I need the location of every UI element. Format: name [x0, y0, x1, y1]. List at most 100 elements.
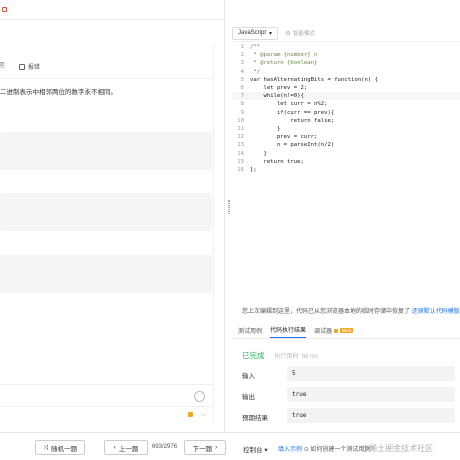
code-line[interactable]: 10 return false;	[232, 117, 460, 125]
favorite-icon[interactable]	[2, 7, 7, 12]
code-text: while(n!=0){	[250, 93, 304, 100]
code-text: let prev = 2;	[250, 85, 308, 92]
code-text: }	[250, 150, 267, 157]
restore-notice: 您上次编辑到这里，代码已从您浏览器本地的临时存储中恢复了 还原默认代码模版	[242, 306, 460, 315]
editor-toolbar: JavaScript ▾ 智能模式	[232, 25, 460, 42]
resize-handle[interactable]	[228, 200, 230, 214]
code-line[interactable]: 8 let curr = n%2;	[232, 100, 460, 108]
code-editor[interactable]: 1/** 2 * @param {number} n3 * @return {bo…	[232, 43, 460, 301]
prev-label: 上一题	[118, 445, 139, 453]
line-number: 2	[240, 52, 244, 59]
line-number: 1	[240, 44, 244, 50]
prev-question-button[interactable]: ‹ 上一题	[104, 440, 148, 455]
code-line[interactable]: 16};	[232, 166, 460, 174]
code-text: * @param {number} n	[250, 52, 318, 59]
code-line[interactable]: 4 */	[232, 68, 460, 76]
problem-footer: ⋯	[0, 384, 213, 432]
fill-example-link[interactable]: 填入示例	[278, 447, 302, 453]
random-question-button[interactable]: ⤨ 随机一题	[35, 440, 85, 455]
beta-badge: Beta	[340, 328, 354, 333]
language-label: JavaScript	[238, 30, 267, 36]
result-tabs: 测试用例 代码执行结果 调试器 Beta	[232, 324, 460, 339]
code-line[interactable]: 1 /**	[232, 43, 460, 51]
smart-mode-label: 智能模式	[293, 31, 316, 37]
tab-debugger[interactable]: 调试器 Beta	[314, 326, 354, 338]
code-line[interactable]: 7 while(n!=0){	[232, 92, 460, 101]
code-text: /**	[250, 44, 261, 50]
line-number: 12	[237, 134, 244, 141]
problem-description: 二进制表示中相邻两位的数字永不相同。	[0, 89, 117, 96]
code-text: }	[250, 126, 281, 133]
action-fragment[interactable]: ⎘	[0, 63, 5, 70]
code-text: prev = curr;	[250, 134, 318, 141]
expected-value: true	[287, 408, 455, 423]
lock-icon	[188, 412, 193, 417]
line-number: 8	[240, 101, 244, 108]
example-block-1	[0, 132, 212, 170]
input-value: 5	[287, 366, 455, 381]
code-line[interactable]: 6 let prev = 2;	[232, 84, 460, 92]
code-line[interactable]: 15 return true;	[232, 158, 460, 166]
problem-actions: ⎘ 报错	[0, 62, 40, 71]
tab-result-label: 代码执行结果	[270, 328, 307, 334]
more-icon[interactable]: ⋯	[200, 411, 207, 419]
watermark: @稀土掘金技术社区	[361, 444, 434, 453]
line-number: 10	[237, 117, 244, 124]
line-number: 14	[237, 150, 244, 157]
line-number: 16	[237, 167, 244, 174]
chevron-left-icon: ‹	[113, 444, 116, 451]
output-label: 输出	[242, 394, 255, 401]
problem-panel: ⎘ 报错 二进制表示中相邻两位的数字永不相同。 ⋯	[0, 0, 225, 432]
line-number: 7	[240, 93, 244, 100]
divider	[0, 406, 213, 407]
chevron-down-icon: ▾	[264, 447, 268, 454]
console-label: 控制台	[243, 447, 263, 454]
tab-testcase[interactable]: 测试用例	[238, 326, 262, 338]
code-line[interactable]: 11 }	[232, 125, 460, 133]
code-text: * @return {boolean}	[250, 60, 318, 67]
chevron-right-icon: ›	[215, 444, 218, 451]
status-label: 已完成	[242, 351, 265, 360]
fill-example-area: 填入示例 ⊙ 如何创建一个测试用例?	[278, 444, 374, 453]
code-line[interactable]: 2 * @param {number} n	[232, 51, 460, 59]
line-number: 4	[240, 68, 244, 75]
problem-header	[0, 0, 224, 20]
language-select[interactable]: JavaScript ▾	[232, 26, 279, 40]
tab-result[interactable]: 代码执行结果	[270, 325, 307, 338]
help-circle-icon[interactable]: ⊙	[304, 447, 309, 453]
code-line[interactable]: 14 }	[232, 150, 460, 158]
expected-label: 预期结果	[242, 415, 268, 422]
help-icon[interactable]	[194, 391, 205, 402]
console-button[interactable]: 控制台 ▾	[243, 444, 268, 454]
code-line[interactable]: 9 if(curr == prev){	[232, 109, 460, 117]
code-line[interactable]: 13 n = parseInt(n/2)	[232, 141, 460, 149]
smart-mode-toggle[interactable]: 智能模式	[286, 29, 315, 37]
line-number: 9	[240, 109, 244, 116]
code-line[interactable]: 3 * @return {boolean}	[232, 59, 460, 67]
code-text: n = parseInt(n/2)	[250, 142, 335, 149]
code-text: return true;	[250, 158, 304, 165]
input-label: 输入	[242, 373, 255, 380]
code-text: let curr = n%2;	[250, 101, 328, 108]
code-line[interactable]: 12 prev = curr;	[232, 133, 460, 141]
report-button[interactable]: 报错	[18, 62, 40, 71]
line-number: 15	[237, 158, 244, 165]
line-number: 3	[240, 60, 244, 67]
code-line[interactable]: 5 var hasAlternatingBits = function(n) {	[232, 76, 460, 84]
editor-panel: JavaScript ▾ 智能模式 1/** 2 * @param {number…	[228, 0, 460, 432]
tab-debugger-label: 调试器	[314, 329, 333, 335]
line-number: 5	[240, 76, 244, 83]
line-number: 13	[237, 142, 244, 149]
chevron-down-icon: ▾	[269, 30, 273, 37]
page-counter: 693/2976	[152, 444, 178, 450]
tab-testcase-label: 测试用例	[238, 329, 263, 335]
runtime: 执行用时: 68 ms	[274, 354, 319, 360]
restore-default-link[interactable]: 还原默认代码模版	[412, 309, 460, 315]
smart-mode-icon	[286, 31, 291, 35]
code-text: };	[250, 167, 257, 174]
restore-text: 您上次编辑到这里，代码已从您浏览器本地的临时存储中恢复了	[242, 309, 411, 315]
scrollbar[interactable]	[213, 44, 214, 424]
next-label: 下一题	[192, 445, 213, 453]
next-question-button[interactable]: 下一题 ›	[184, 440, 226, 455]
result-status: 已完成 执行用时: 68 ms	[242, 350, 318, 361]
